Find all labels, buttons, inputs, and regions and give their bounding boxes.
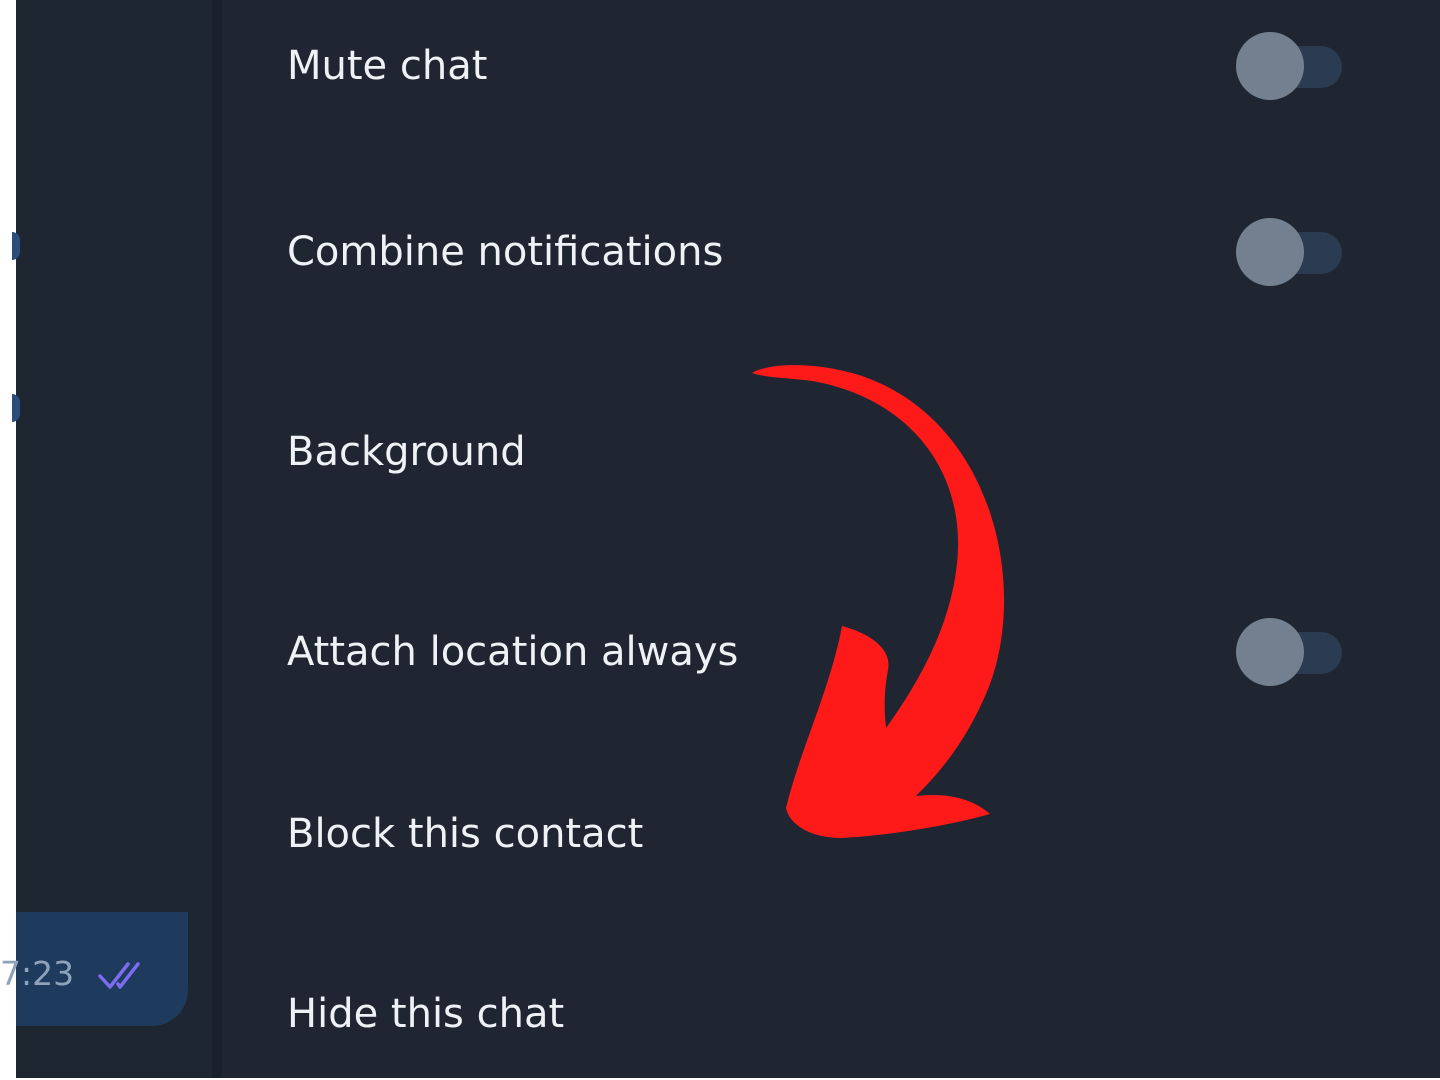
chat-edge-indicator <box>12 394 20 422</box>
setting-label: Background <box>287 429 526 475</box>
screen: 7:23 Mute chat Combine notifications Bac… <box>0 0 1440 1080</box>
pane-divider <box>212 0 222 1078</box>
toggle-knob <box>1236 618 1304 686</box>
attach-location-toggle[interactable] <box>1236 618 1344 686</box>
toggle-knob <box>1236 218 1304 286</box>
mute-chat-toggle[interactable] <box>1236 32 1344 100</box>
setting-row-background[interactable]: Background <box>222 392 1440 512</box>
setting-row-attach-location[interactable]: Attach location always <box>222 592 1440 712</box>
chat-settings-panel <box>222 0 1440 1078</box>
setting-row-hide-chat[interactable]: Hide this chat <box>222 954 1440 1074</box>
setting-label: Mute chat <box>287 43 488 89</box>
setting-label: Attach location always <box>287 629 739 675</box>
setting-label: Hide this chat <box>287 991 565 1037</box>
message-time: 7:23 <box>0 954 75 993</box>
combine-notifications-toggle[interactable] <box>1236 218 1344 286</box>
setting-row-mute-chat[interactable]: Mute chat <box>222 6 1440 126</box>
double-check-icon <box>98 962 140 989</box>
setting-row-combine-notifications[interactable]: Combine notifications <box>222 192 1440 312</box>
toggle-knob <box>1236 32 1304 100</box>
setting-label: Block this contact <box>287 811 644 857</box>
setting-label: Combine notifications <box>287 229 724 275</box>
setting-row-block-contact[interactable]: Block this contact <box>222 774 1440 894</box>
chat-edge-indicator <box>12 232 20 260</box>
